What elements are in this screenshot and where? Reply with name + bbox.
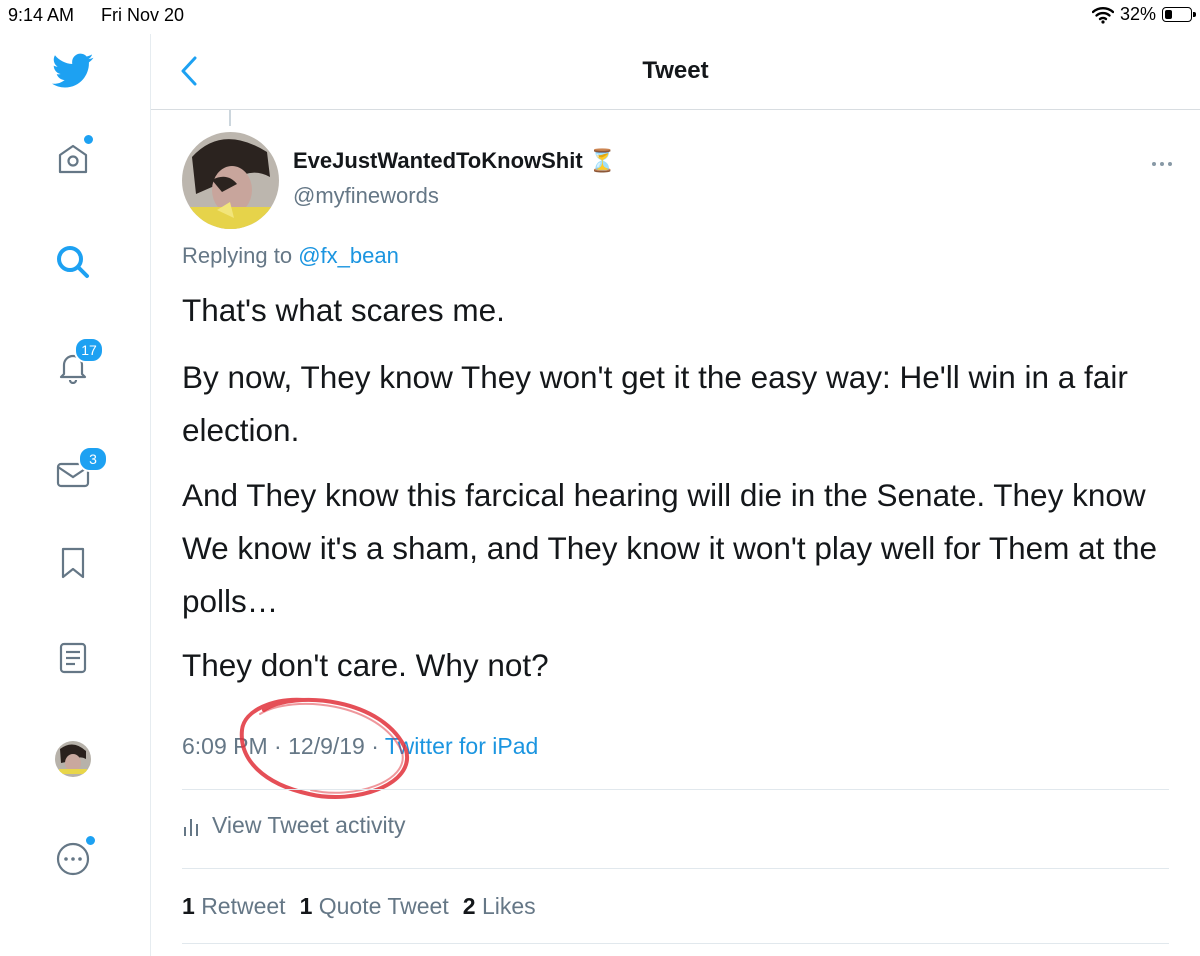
- notifications-badge: 17: [74, 337, 104, 363]
- list-icon: [59, 642, 87, 674]
- retweets-label: Retweet: [201, 893, 286, 919]
- tweet-date: 12/9/19: [288, 733, 365, 759]
- replying-prefix: Replying to: [182, 243, 293, 268]
- divider: [182, 943, 1169, 944]
- status-time: 9:14 AM: [8, 5, 75, 25]
- tweet-stats: 1 Retweet 1 Quote Tweet 2 Likes: [182, 893, 536, 920]
- home-notification-dot: [82, 133, 95, 146]
- tweet-paragraph: By now, They know They won't get it the …: [182, 359, 1128, 448]
- hourglass-emoji: ⏳: [588, 148, 617, 173]
- divider: [182, 789, 1169, 790]
- nav-home[interactable]: [48, 133, 98, 183]
- nav-search[interactable]: [48, 237, 98, 287]
- tweet-options-icon[interactable]: [1150, 154, 1174, 174]
- quotes-count: 1: [299, 893, 313, 919]
- tweet-author-avatar[interactable]: [182, 132, 279, 229]
- sidebar: 17 3: [0, 34, 151, 956]
- wifi-icon: [1091, 6, 1114, 24]
- quotes-label: Quote Tweet: [318, 893, 449, 919]
- profile-avatar: [55, 741, 91, 777]
- header: Tweet: [151, 34, 1200, 110]
- retweets-count: 1: [182, 893, 195, 919]
- status-date: Fri Nov 20: [101, 5, 185, 25]
- thread-connector: [229, 110, 231, 126]
- quotes-stat[interactable]: 1 Quote Tweet: [300, 893, 449, 920]
- search-icon: [57, 246, 89, 278]
- nav-bookmarks[interactable]: [48, 538, 98, 588]
- home-icon: [58, 144, 88, 174]
- meta-separator: ·: [371, 733, 379, 759]
- view-tweet-activity[interactable]: View Tweet activity: [182, 812, 405, 839]
- retweets-stat[interactable]: 1 Retweet: [182, 893, 286, 920]
- author-handle[interactable]: @myfinewords: [293, 183, 439, 209]
- nav-lists[interactable]: [48, 633, 98, 683]
- likes-count: 2: [462, 893, 476, 919]
- messages-badge: 3: [78, 446, 108, 472]
- bookmark-icon: [61, 547, 85, 579]
- tweet-timestamp-row: 6:09 PM · 12/9/19 · Twitter for iPad: [182, 733, 538, 760]
- page-title: Tweet: [642, 57, 709, 84]
- activity-label: View Tweet activity: [212, 812, 406, 838]
- tweet-paragraph: And They know this farcical hearing will…: [182, 477, 1157, 619]
- replying-to: Replying to @fx_bean: [182, 243, 399, 269]
- nav-messages[interactable]: 3: [48, 446, 108, 499]
- author-name-row: EveJustWantedToKnowShit ⏳: [293, 148, 616, 174]
- nav-profile[interactable]: [48, 734, 98, 784]
- tweet-time: 6:09 PM: [182, 733, 268, 759]
- more-icon: [56, 842, 90, 876]
- replying-to-link[interactable]: @fx_bean: [298, 243, 399, 268]
- more-notification-dot: [84, 834, 97, 847]
- nav-more[interactable]: [48, 834, 98, 884]
- battery-icon: [1162, 7, 1196, 22]
- tweet-source-link[interactable]: Twitter for iPad: [385, 733, 538, 759]
- tweet-paragraph: They don't care. Why not?: [182, 647, 549, 683]
- nav-notifications[interactable]: 17: [48, 337, 104, 392]
- bar-chart-icon: [184, 818, 198, 836]
- status-right: 32%: [1091, 4, 1196, 25]
- likes-label: Likes: [481, 893, 536, 919]
- divider: [182, 868, 1169, 869]
- battery-percent: 32%: [1119, 4, 1156, 24]
- twitter-logo-icon[interactable]: [48, 46, 98, 96]
- status-bar: 9:14 AM Fri Nov 20 32%: [0, 0, 1200, 34]
- author-display-name[interactable]: EveJustWantedToKnowShit: [293, 148, 583, 174]
- meta-separator: ·: [274, 733, 282, 759]
- likes-stat[interactable]: 2 Likes: [463, 893, 536, 920]
- tweet-paragraph: That's what scares me.: [182, 292, 505, 328]
